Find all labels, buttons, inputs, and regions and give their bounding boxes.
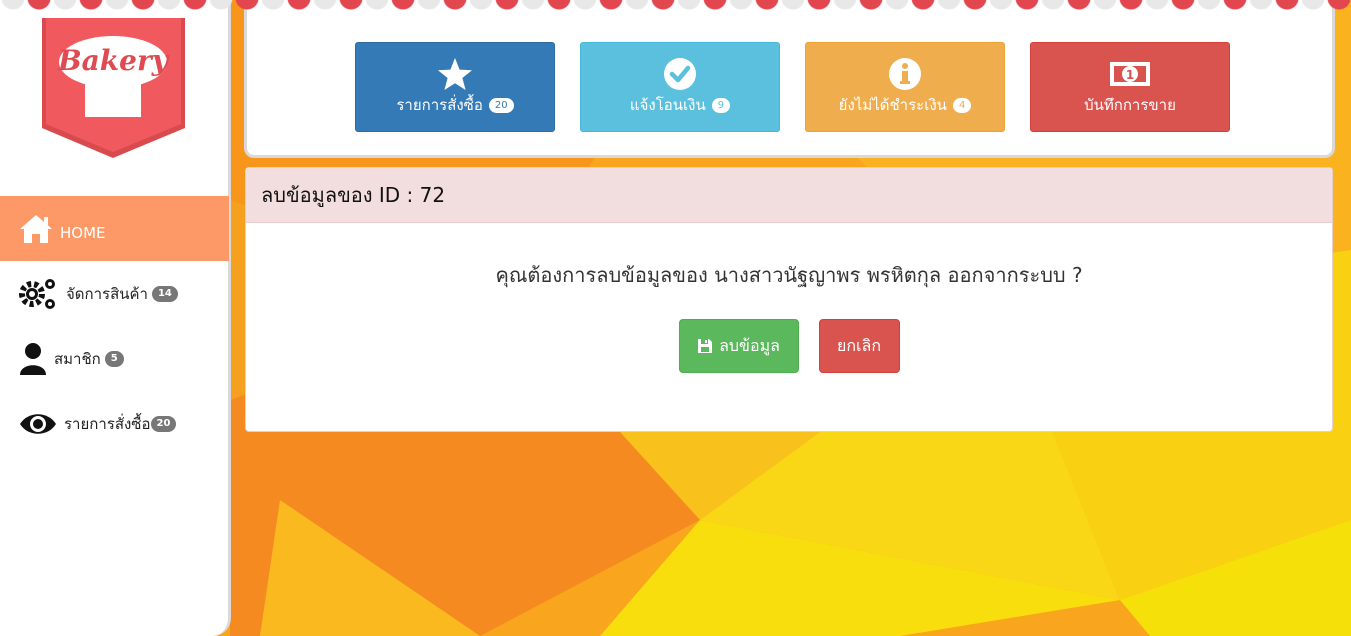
user-icon bbox=[18, 342, 48, 376]
tile-label: รายการสั่งซื้อ bbox=[396, 96, 483, 114]
cancel-button[interactable]: ยกเลิก bbox=[818, 319, 900, 373]
sidebar-item-label: รายการสั่งซื้อ bbox=[64, 414, 151, 433]
tile-sales-record[interactable]: 1 บันทึกการขาย bbox=[1030, 42, 1230, 132]
sidebar-nav: HOME จัดการสินค้า 14 สมาชิก 5 รายการสั่ง… bbox=[0, 196, 229, 456]
tile-orders[interactable]: รายการสั่งซื้อ 20 bbox=[355, 42, 555, 132]
delete-confirm-panel: ลบข้อมูลของ ID : 72 คุณต้องการลบข้อมูลขอ… bbox=[245, 167, 1333, 432]
info-circle-icon bbox=[888, 57, 922, 91]
money-icon: 1 bbox=[1109, 57, 1151, 91]
sidebar-item-label: จัดการสินค้า bbox=[66, 284, 148, 303]
confirm-delete-label: ลบข้อมูล bbox=[719, 335, 780, 355]
tile-transfer-notices[interactable]: แจ้งโอนเงิน 9 bbox=[580, 42, 780, 132]
members-count-badge: 5 bbox=[104, 350, 124, 367]
svg-text:Bakery: Bakery bbox=[57, 44, 170, 77]
tile-count-badge: 9 bbox=[711, 98, 731, 113]
check-circle-icon bbox=[663, 57, 697, 91]
delete-actions: ลบข้อมูล ยกเลิก bbox=[246, 319, 1332, 373]
sidebar-item-home[interactable]: HOME bbox=[0, 196, 229, 261]
sidebar-item-products[interactable]: จัดการสินค้า 14 bbox=[0, 261, 229, 326]
sidebar-item-label: สมาชิก bbox=[54, 349, 101, 368]
delete-confirm-message: คุณต้องการลบข้อมูลของ นางสาวนัฐญาพร พรหิ… bbox=[495, 263, 1083, 287]
sidebar-item-orders[interactable]: รายการสั่งซื้อ 20 bbox=[0, 391, 229, 456]
tile-count-badge: 20 bbox=[488, 98, 514, 113]
sidebar-item-label: HOME bbox=[60, 223, 106, 242]
star-icon bbox=[437, 57, 473, 91]
products-count-badge: 14 bbox=[151, 285, 178, 302]
svg-text:1: 1 bbox=[1126, 68, 1134, 82]
summary-panel: รายการสั่งซื้อ 20 แจ้งโอนเงิน 9 ยังไม่ได้ช… bbox=[244, 0, 1335, 158]
tile-count-badge: 4 bbox=[952, 98, 972, 113]
tile-label: ยังไม่ได้ชำระเงิน bbox=[838, 96, 947, 114]
tile-label: แจ้งโอนเงิน bbox=[629, 96, 706, 114]
bakery-logo[interactable]: Bakery bbox=[40, 18, 187, 160]
eye-icon bbox=[18, 411, 58, 437]
tile-label: บันทึกการขาย bbox=[1084, 96, 1176, 114]
confirm-delete-button[interactable]: ลบข้อมูล bbox=[678, 319, 799, 373]
orders-count-badge: 20 bbox=[150, 415, 177, 432]
sidebar: Bakery HOME จัดการสินค้า 14 สมาชิก 5 ราย… bbox=[0, 0, 231, 636]
save-icon bbox=[697, 338, 713, 354]
sidebar-item-members[interactable]: สมาชิก 5 bbox=[0, 326, 229, 391]
delete-panel-title: ลบข้อมูลของ ID : 72 bbox=[246, 168, 1332, 223]
home-icon bbox=[18, 213, 54, 245]
tile-unpaid[interactable]: ยังไม่ได้ชำระเงิน 4 bbox=[805, 42, 1005, 132]
gears-icon bbox=[18, 276, 60, 312]
awning-decoration bbox=[0, 0, 1351, 14]
